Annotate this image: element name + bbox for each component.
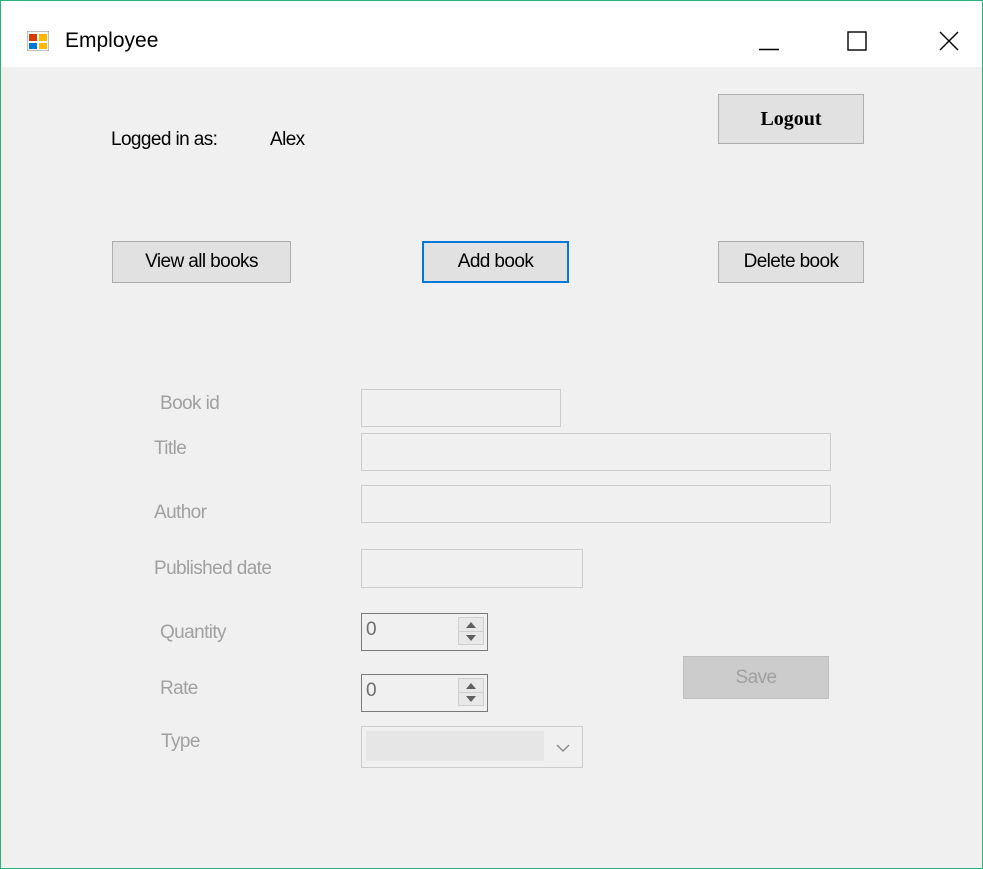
spin-down-icon <box>466 696 476 702</box>
author-label: Author <box>154 502 207 523</box>
chevron-down-icon <box>556 744 570 752</box>
book-id-label: Book id <box>160 393 220 414</box>
author-field[interactable] <box>361 485 831 523</box>
quantity-value: 0 <box>366 619 377 640</box>
type-dropdown[interactable] <box>361 726 583 768</box>
type-value <box>366 731 544 761</box>
logout-button[interactable]: Logout <box>718 94 864 144</box>
delete-book-button[interactable]: Delete book <box>718 241 864 283</box>
close-button[interactable] <box>929 21 969 61</box>
rate-spin-buttons[interactable] <box>458 678 484 706</box>
add-book-button[interactable]: Add book <box>422 241 569 283</box>
username-label: Alex <box>270 129 305 150</box>
rate-value: 0 <box>366 680 377 701</box>
spin-up-icon <box>466 683 476 689</box>
rate-label: Rate <box>160 678 198 699</box>
logged-in-label: Logged in as: <box>111 129 218 150</box>
type-label: Type <box>161 731 200 752</box>
maximize-icon <box>847 31 867 51</box>
title-bar[interactable]: Employee <box>1 1 982 67</box>
spin-up-icon <box>466 622 476 628</box>
employee-window: Employee Logged in as: Alex Logout View … <box>0 0 983 869</box>
title-field[interactable] <box>361 433 831 471</box>
published-date-label: Published date <box>154 558 272 579</box>
view-all-books-button[interactable]: View all books <box>112 241 291 283</box>
quantity-label: Quantity <box>160 622 227 643</box>
minimize-button[interactable] <box>749 21 789 61</box>
quantity-spin-buttons[interactable] <box>458 617 484 645</box>
app-window-icon <box>26 30 50 52</box>
minimize-icon <box>759 48 779 51</box>
close-icon <box>939 31 959 51</box>
book-id-field[interactable] <box>361 389 561 427</box>
title-label: Title <box>154 438 187 459</box>
maximize-button[interactable] <box>837 21 877 61</box>
window-title: Employee <box>65 29 159 52</box>
published-date-field[interactable] <box>361 549 583 588</box>
spin-down-icon <box>466 635 476 641</box>
rate-stepper[interactable]: 0 <box>361 674 488 712</box>
quantity-stepper[interactable]: 0 <box>361 613 488 651</box>
save-button[interactable]: Save <box>683 656 829 699</box>
